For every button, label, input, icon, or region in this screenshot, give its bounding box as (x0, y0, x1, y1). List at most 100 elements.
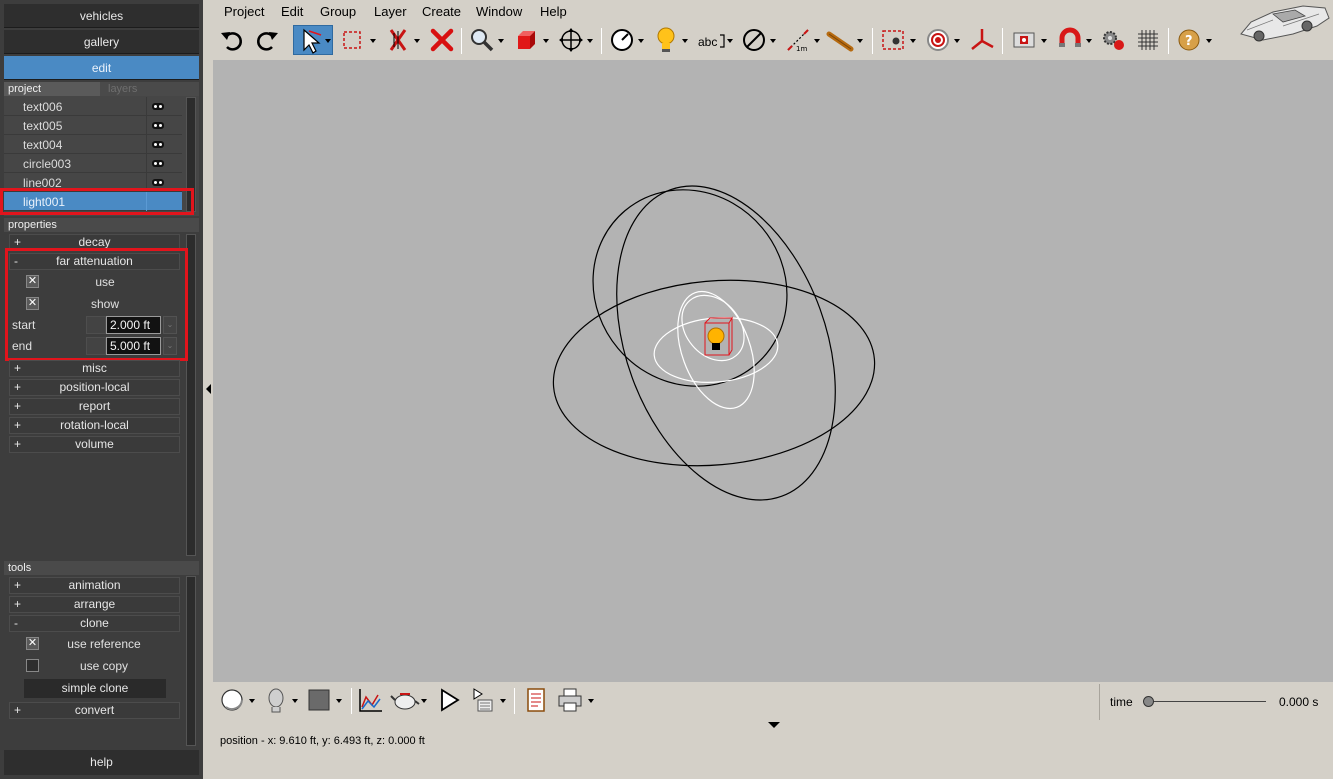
chevron-down-icon[interactable] (421, 699, 427, 703)
chevron-down-icon[interactable] (498, 39, 504, 43)
use-reference-checkbox[interactable]: ✕ (26, 637, 39, 650)
visibility-toggle[interactable] (146, 116, 183, 135)
chevron-down-icon[interactable] (414, 39, 420, 43)
visibility-toggle[interactable] (146, 135, 183, 154)
time-slider-track[interactable] (1148, 701, 1266, 702)
edit-button[interactable]: edit (4, 56, 199, 80)
menu-help[interactable]: Help (540, 4, 567, 19)
group-animation[interactable]: + animation (9, 577, 180, 594)
visibility-toggle[interactable] (146, 97, 183, 116)
axis-icon[interactable] (967, 25, 997, 55)
tab-project[interactable]: project (4, 82, 100, 96)
group-arrange[interactable]: + arrange (9, 596, 180, 613)
delete-selection-icon[interactable] (383, 25, 413, 55)
zoom-icon[interactable] (467, 25, 497, 55)
help-icon[interactable]: ? (1174, 25, 1204, 55)
move-icon[interactable] (556, 25, 586, 55)
menu-window[interactable]: Window (476, 4, 522, 19)
menu-project[interactable]: Project (224, 4, 264, 19)
time-slider-thumb[interactable] (1143, 696, 1154, 707)
undo-icon[interactable] (217, 25, 247, 55)
group-convert[interactable]: + convert (9, 702, 180, 719)
vehicles-button[interactable]: vehicles (4, 4, 199, 28)
menu-group[interactable]: Group (320, 4, 356, 19)
chevron-down-icon[interactable] (727, 39, 733, 43)
use-copy-checkbox[interactable] (26, 659, 39, 672)
menu-create[interactable]: Create (422, 4, 461, 19)
gears-icon[interactable] (1099, 25, 1129, 55)
sphere-shading-icon[interactable] (218, 685, 248, 715)
box-icon[interactable] (512, 25, 542, 55)
light-bulb-gizmo[interactable] (704, 316, 733, 356)
list-item[interactable]: text006 (4, 97, 182, 116)
material-color-icon[interactable] (305, 685, 335, 715)
group-rotation-local[interactable]: + rotation-local (9, 417, 180, 434)
group-position-local[interactable]: + position-local (9, 379, 180, 396)
group-report[interactable]: + report (9, 398, 180, 415)
graph-icon[interactable] (356, 685, 386, 715)
redo-icon[interactable] (252, 25, 282, 55)
group-clone[interactable]: - clone (9, 615, 180, 632)
chevron-down-icon[interactable] (814, 39, 820, 43)
main-toolbar: abc 1m ? (213, 22, 1333, 59)
collapse-arrow-icon[interactable] (206, 384, 211, 394)
delete-icon[interactable] (427, 25, 457, 55)
chevron-down-icon[interactable] (336, 699, 342, 703)
chevron-down-icon[interactable] (588, 699, 594, 703)
camera-icon[interactable] (1010, 25, 1040, 55)
grid-icon[interactable] (1133, 25, 1163, 55)
list-item[interactable]: text004 (4, 135, 182, 154)
help-button[interactable]: help (4, 750, 199, 775)
chevron-down-icon[interactable] (500, 699, 506, 703)
target-icon[interactable] (923, 25, 953, 55)
expand-panel-arrow-icon[interactable] (768, 722, 780, 728)
render-sequence-icon[interactable] (468, 685, 498, 715)
chevron-down-icon[interactable] (587, 39, 593, 43)
menu-layer[interactable]: Layer (374, 4, 407, 19)
report-icon[interactable] (521, 685, 551, 715)
chevron-down-icon[interactable] (1206, 39, 1212, 43)
select-tool[interactable] (293, 25, 333, 55)
teapot-icon[interactable] (390, 685, 420, 715)
3d-viewport[interactable] (213, 60, 1333, 682)
group-misc[interactable]: + misc (9, 360, 180, 377)
chevron-down-icon[interactable] (682, 39, 688, 43)
chevron-down-icon[interactable] (954, 39, 960, 43)
magnet-icon[interactable] (1055, 25, 1085, 55)
measure-angle-icon[interactable] (739, 25, 769, 55)
use-copy-label: use copy (79, 659, 129, 673)
chevron-down-icon[interactable] (1041, 39, 1047, 43)
list-item[interactable]: text005 (4, 116, 182, 135)
eye-icon (152, 103, 164, 110)
render-region-icon[interactable] (879, 25, 909, 55)
play-icon[interactable] (434, 685, 464, 715)
clock-icon[interactable] (607, 25, 637, 55)
chevron-down-icon[interactable] (292, 699, 298, 703)
head-icon[interactable] (261, 685, 291, 715)
group-volume[interactable]: + volume (9, 436, 180, 453)
dimension-icon[interactable]: 1m (783, 25, 813, 55)
list-item[interactable]: circle003 (4, 154, 182, 173)
chevron-down-icon[interactable] (910, 39, 916, 43)
panel-splitter[interactable] (203, 0, 213, 779)
chevron-down-icon[interactable] (857, 39, 863, 43)
menu-edit[interactable]: Edit (281, 4, 303, 19)
chevron-down-icon[interactable] (638, 39, 644, 43)
chevron-down-icon[interactable] (249, 699, 255, 703)
chevron-down-icon[interactable] (1086, 39, 1092, 43)
ruler-icon[interactable] (826, 25, 856, 55)
text-icon[interactable]: abc (698, 35, 717, 49)
chevron-down-icon[interactable] (543, 39, 549, 43)
print-icon[interactable] (555, 685, 585, 715)
light-bulb-icon[interactable] (651, 25, 681, 55)
highlight-box (0, 188, 194, 215)
tab-layers[interactable]: layers (104, 82, 199, 96)
visibility-toggle[interactable] (146, 154, 183, 173)
chevron-down-icon[interactable] (770, 39, 776, 43)
simple-clone-button[interactable]: simple clone (24, 679, 166, 698)
selection-rect-icon[interactable] (339, 25, 369, 55)
tools-scrollbar[interactable] (186, 576, 196, 746)
chevron-down-icon[interactable] (370, 39, 376, 43)
svg-text:?: ? (1185, 34, 1193, 49)
gallery-button[interactable]: gallery (4, 30, 199, 54)
